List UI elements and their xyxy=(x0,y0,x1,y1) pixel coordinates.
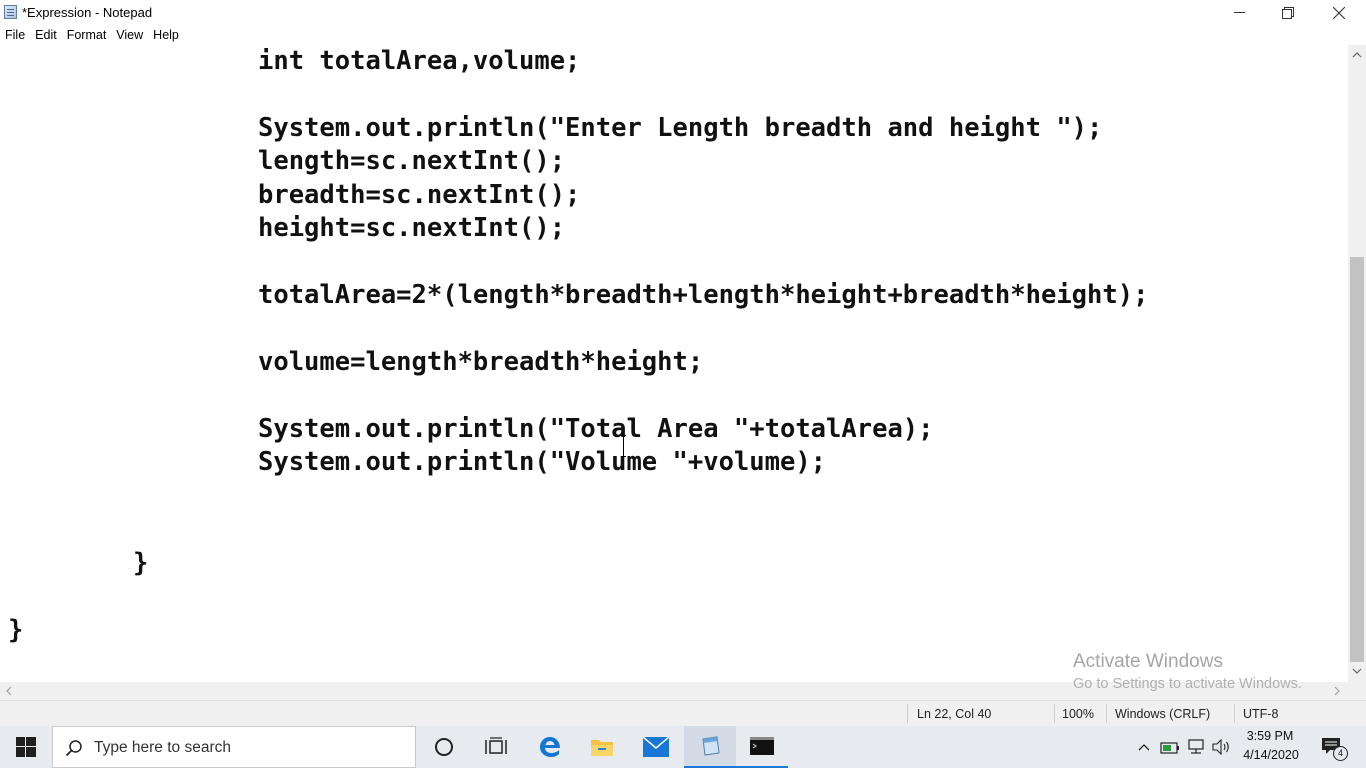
chevron-up-icon xyxy=(1138,744,1150,751)
mail-icon xyxy=(643,737,669,757)
task-view-icon xyxy=(485,737,507,754)
windows-logo-icon xyxy=(16,737,36,757)
scroll-right-arrow-icon[interactable] xyxy=(1330,684,1344,698)
cursor-position: Ln 22, Col 40 xyxy=(917,707,992,721)
code-line: breadth=sc.nextInt(); xyxy=(258,180,581,210)
volume-tray-button[interactable] xyxy=(1211,737,1231,757)
search-icon xyxy=(65,740,82,757)
title-bar: *Expression - Notepad xyxy=(0,0,1366,25)
restore-button[interactable] xyxy=(1265,0,1311,25)
search-placeholder: Type here to search xyxy=(94,739,231,756)
edge-icon xyxy=(540,737,560,757)
encoding: UTF-8 xyxy=(1243,707,1279,721)
taskbar-search-box[interactable]: Type here to search xyxy=(52,726,416,768)
code-line: length=sc.nextInt(); xyxy=(258,146,566,176)
code-line: height=sc.nextInt(); xyxy=(258,213,566,243)
battery-icon xyxy=(1160,742,1179,754)
file-explorer-taskbar-button[interactable] xyxy=(576,726,628,768)
minimize-icon xyxy=(1233,12,1245,13)
scroll-left-arrow-icon[interactable] xyxy=(2,684,16,698)
code-line: volume=length*breadth*height; xyxy=(258,347,704,377)
cmd-taskbar-button[interactable] xyxy=(736,726,788,768)
notification-count-badge: 4 xyxy=(1333,746,1348,761)
scroll-down-arrow-icon[interactable] xyxy=(1350,664,1364,678)
network-icon xyxy=(1188,739,1204,754)
code-line: } xyxy=(8,615,24,645)
line-ending: Windows (CRLF) xyxy=(1115,707,1211,721)
start-button[interactable] xyxy=(0,726,52,768)
close-icon xyxy=(1333,6,1345,19)
status-divider xyxy=(1234,704,1235,723)
notepad-taskbar-button[interactable] xyxy=(684,726,736,768)
file-explorer-icon xyxy=(591,740,613,756)
activation-watermark-subtitle: Go to Settings to activate Windows. xyxy=(1073,676,1302,692)
scrollbar-corner xyxy=(1348,682,1366,700)
cortana-button[interactable] xyxy=(418,726,470,768)
code-line: System.out.println("Total Area "+totalAr… xyxy=(258,414,934,444)
cortana-icon xyxy=(435,738,453,756)
show-hidden-icons-button[interactable] xyxy=(1134,737,1154,757)
speaker-icon xyxy=(1212,739,1229,755)
task-view-button[interactable] xyxy=(470,726,522,768)
action-center-button[interactable]: 4 xyxy=(1320,737,1348,761)
zoom-level: 100% xyxy=(1062,707,1094,721)
code-line: totalArea=2*(length*breadth+length*heigh… xyxy=(258,280,1149,310)
menu-view[interactable]: View xyxy=(111,25,148,45)
vertical-scroll-thumb[interactable] xyxy=(1350,257,1364,662)
restore-icon xyxy=(1282,6,1294,19)
close-button[interactable] xyxy=(1316,0,1362,25)
notepad-icon xyxy=(702,736,720,756)
code-line: } xyxy=(133,548,149,578)
clock-time[interactable]: 3:59 PM xyxy=(1245,729,1295,743)
mail-taskbar-button[interactable] xyxy=(630,726,682,768)
code-line: System.out.println("Enter Length breadth… xyxy=(258,113,1103,143)
text-cursor-icon xyxy=(621,435,626,457)
menu-bar: File Edit Format View Help xyxy=(0,25,1366,45)
edge-taskbar-button[interactable] xyxy=(524,726,576,768)
status-divider xyxy=(907,704,908,723)
window-title: *Expression - Notepad xyxy=(22,5,153,20)
activation-watermark-title: Activate Windows xyxy=(1073,651,1223,672)
text-editor[interactable]: int totalArea,volume; System.out.println… xyxy=(0,45,1348,682)
menu-help[interactable]: Help xyxy=(148,25,184,45)
status-divider xyxy=(1106,704,1107,723)
menu-edit[interactable]: Edit xyxy=(30,25,62,45)
code-line: System.out.println("Volume "+volume); xyxy=(258,447,827,477)
network-tray-button[interactable] xyxy=(1186,737,1206,757)
menu-file[interactable]: File xyxy=(0,25,30,45)
battery-tray-button[interactable] xyxy=(1160,737,1180,757)
code-line: int totalArea,volume; xyxy=(258,46,581,76)
cmd-icon xyxy=(750,737,774,755)
clock-date[interactable]: 4/14/2020 xyxy=(1240,748,1302,762)
menu-format[interactable]: Format xyxy=(62,25,112,45)
minimize-button[interactable] xyxy=(1216,0,1262,25)
scroll-up-arrow-icon[interactable] xyxy=(1350,48,1364,62)
notepad-app-icon[interactable] xyxy=(4,5,17,19)
status-bar: Ln 22, Col 40 100% Windows (CRLF) UTF-8 xyxy=(0,700,1366,726)
status-divider xyxy=(1054,704,1055,723)
